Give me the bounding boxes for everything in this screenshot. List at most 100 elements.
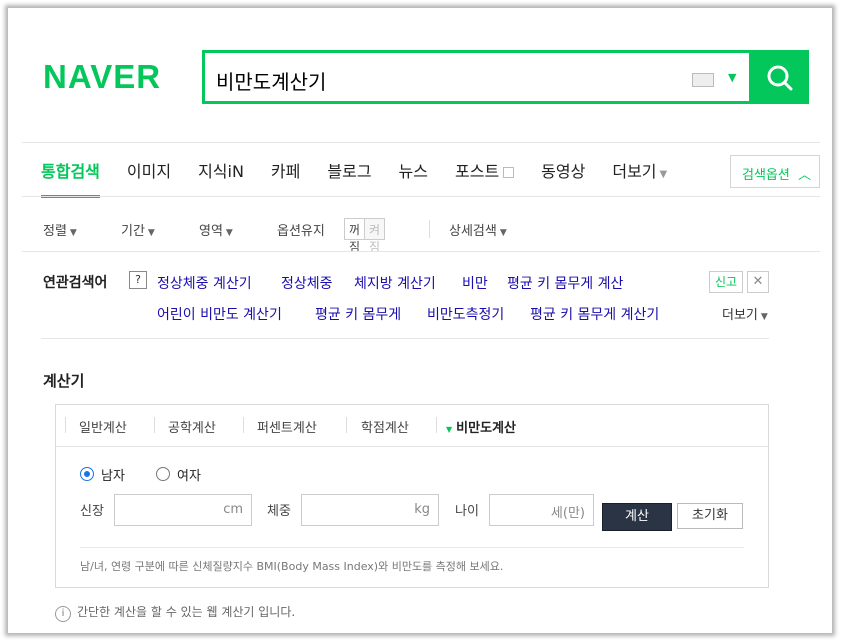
divider bbox=[22, 142, 820, 143]
related-link[interactable]: 정상체중 계산기 bbox=[157, 273, 252, 293]
female-label[interactable]: 여자 bbox=[177, 465, 201, 484]
tab-cafe[interactable]: 카페 bbox=[271, 158, 300, 186]
info-text: 간단한 계산을 할 수 있는 웹 계산기 입니다. bbox=[77, 605, 296, 619]
tab-news[interactable]: 뉴스 bbox=[399, 158, 428, 186]
height-input[interactable]: cm bbox=[114, 494, 252, 526]
more-label: 더보기 bbox=[722, 308, 758, 323]
chevron-down-icon: ▼ bbox=[147, 228, 155, 238]
search-icon bbox=[767, 65, 793, 91]
selected-tab-icon: ▼ bbox=[446, 425, 453, 434]
tab-label: 뉴스 bbox=[398, 162, 428, 181]
weight-input[interactable]: kg bbox=[301, 494, 439, 526]
keep-option-toggle[interactable]: 꺼짐 켜짐 bbox=[344, 218, 386, 254]
male-label[interactable]: 남자 bbox=[101, 465, 125, 484]
search-options-label: 검색옵션 bbox=[742, 168, 790, 183]
tab-image[interactable]: 이미지 bbox=[127, 158, 171, 186]
related-link[interactable]: 비만도측정기 bbox=[427, 304, 504, 324]
age-label: 나이 bbox=[455, 504, 479, 519]
chevron-down-icon: ▼ bbox=[499, 228, 507, 238]
calculator-panel: 일반계산 공학계산 퍼센트계산 학점계산 ▼ 비만도계산 남자 여자 신장 cm … bbox=[55, 404, 769, 588]
divider bbox=[22, 196, 820, 197]
female-radio[interactable] bbox=[156, 467, 170, 481]
post-icon bbox=[503, 167, 515, 178]
keep-option-label: 옵션유지 bbox=[277, 224, 325, 239]
male-radio[interactable] bbox=[80, 467, 94, 481]
naver-logo[interactable]: NAVER bbox=[43, 58, 161, 96]
calculator-title: 계산기 bbox=[43, 372, 85, 390]
calculator-tabs: 일반계산 공학계산 퍼센트계산 학점계산 ▼ 비만도계산 bbox=[56, 405, 768, 447]
tab-label: 비만도계산 bbox=[456, 421, 516, 436]
related-link[interactable]: 평균 키 몸무게 bbox=[315, 304, 401, 324]
keyboard-icon[interactable] bbox=[692, 73, 714, 87]
tab-more[interactable]: 더보기 ▼ bbox=[612, 158, 667, 186]
chevron-up-icon: ︿ bbox=[797, 168, 811, 183]
search-button[interactable] bbox=[749, 50, 809, 104]
search-input[interactable]: 비만도계산기 bbox=[216, 66, 326, 95]
divider bbox=[41, 338, 769, 339]
filter-label: 정렬 bbox=[43, 224, 67, 239]
filter-label: 영역 bbox=[199, 224, 223, 239]
divider bbox=[436, 417, 437, 433]
related-link[interactable]: 정상체중 bbox=[281, 273, 333, 293]
close-icon[interactable]: ✕ bbox=[747, 271, 769, 293]
tab-general-calc[interactable]: 일반계산 bbox=[79, 417, 127, 436]
chevron-down-icon: ▼ bbox=[659, 169, 668, 180]
related-link[interactable]: 평균 키 몸무게 계산기 bbox=[530, 304, 659, 324]
related-link[interactable]: 체지방 계산기 bbox=[354, 273, 436, 293]
autocomplete-toggle-icon[interactable]: ▼ bbox=[728, 71, 736, 84]
tab-grade-calc[interactable]: 학점계산 bbox=[361, 417, 409, 436]
related-link[interactable]: 비만 bbox=[462, 273, 488, 293]
chevron-down-icon: ▼ bbox=[760, 312, 768, 322]
tab-integrated[interactable]: 통합검색 bbox=[41, 158, 100, 198]
report-button[interactable]: 신고 bbox=[709, 271, 743, 293]
tab-kin[interactable]: 지식iN bbox=[198, 158, 244, 186]
period-filter[interactable]: 기간 ▼ bbox=[121, 220, 155, 239]
toggle-off[interactable]: 켜짐 bbox=[365, 219, 385, 254]
divider bbox=[65, 417, 66, 433]
tab-label: 카페 bbox=[270, 162, 301, 181]
divider bbox=[243, 417, 244, 433]
tab-label: 지식iN bbox=[198, 162, 244, 181]
browser-frame: NAVER 비만도계산기 ▼ 통합검색 이미지 지식iN 카페 블로그 뉴스 포… bbox=[8, 8, 832, 633]
tab-label: 통합검색 bbox=[41, 162, 100, 181]
sort-filter[interactable]: 정렬 ▼ bbox=[43, 220, 77, 239]
search-options-button[interactable]: 검색옵션 ︿ bbox=[730, 155, 820, 188]
chevron-down-icon: ▼ bbox=[69, 228, 77, 238]
reset-button[interactable]: 초기화 bbox=[677, 503, 743, 529]
divider bbox=[429, 220, 430, 238]
tab-label: 더보기 bbox=[612, 162, 657, 181]
tab-post[interactable]: 포스트 bbox=[455, 158, 515, 186]
tab-engineering-calc[interactable]: 공학계산 bbox=[168, 417, 216, 436]
calculate-button[interactable]: 계산 bbox=[602, 503, 672, 531]
related-link[interactable]: 어린이 비만도 계산기 bbox=[157, 304, 282, 324]
search-tabs: 통합검색 이미지 지식iN 카페 블로그 뉴스 포스트 동영상 더보기 ▼ bbox=[41, 158, 694, 198]
toggle-on[interactable]: 꺼짐 bbox=[345, 219, 366, 254]
tab-label: 포스트 bbox=[455, 162, 500, 181]
weight-unit: kg bbox=[414, 502, 430, 517]
filter-label: 상세검색 bbox=[449, 224, 497, 239]
divider bbox=[80, 547, 744, 548]
divider bbox=[154, 417, 155, 433]
search-box[interactable]: 비만도계산기 ▼ bbox=[202, 50, 749, 104]
weight-label: 체중 bbox=[267, 504, 291, 519]
age-input[interactable]: 세(만) bbox=[489, 494, 594, 526]
detail-search-filter[interactable]: 상세검색 ▼ bbox=[449, 220, 507, 239]
divider bbox=[22, 251, 820, 252]
area-filter[interactable]: 영역 ▼ bbox=[199, 220, 233, 239]
related-more-button[interactable]: 더보기 ▼ bbox=[722, 304, 768, 323]
help-icon[interactable]: ? bbox=[129, 271, 147, 289]
tab-label: 동영상 bbox=[541, 162, 586, 181]
tab-percent-calc[interactable]: 퍼센트계산 bbox=[257, 417, 317, 436]
tab-blog[interactable]: 블로그 bbox=[327, 158, 371, 186]
chevron-down-icon: ▼ bbox=[225, 228, 233, 238]
tab-video[interactable]: 동영상 bbox=[541, 158, 585, 186]
related-link[interactable]: 평균 키 몸무게 계산 bbox=[507, 273, 623, 293]
age-unit: 세(만) bbox=[550, 506, 585, 521]
tab-label: 이미지 bbox=[126, 162, 172, 181]
related-search-title: 연관검색어 bbox=[43, 275, 108, 291]
calculator-info: i 간단한 계산을 할 수 있는 웹 계산기 입니다. bbox=[55, 603, 295, 622]
tab-label: 블로그 bbox=[327, 162, 372, 181]
height-unit: cm bbox=[223, 502, 243, 517]
tab-bmi-calc[interactable]: ▼ 비만도계산 bbox=[446, 417, 516, 436]
height-label: 신장 bbox=[80, 504, 104, 519]
